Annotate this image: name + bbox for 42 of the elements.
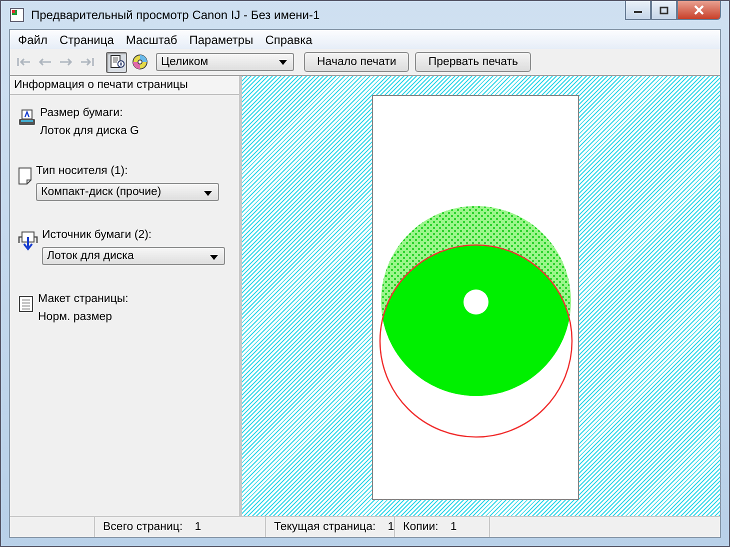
menu-item[interactable]: Справка <box>259 32 318 46</box>
menu-item[interactable]: Масштаб <box>120 32 184 46</box>
field-label: Тип носителя (1): <box>36 165 129 177</box>
arrow-icon <box>36 56 52 68</box>
zoom-dropdown[interactable]: Целиком <box>156 53 294 71</box>
page-icon <box>18 167 32 185</box>
minimize-button[interactable] <box>625 1 651 20</box>
arrow-to-bar-icon <box>78 56 94 68</box>
tray-icon <box>18 231 38 251</box>
close-icon <box>693 5 705 15</box>
panel-title: Информация о печати страницы <box>10 76 239 95</box>
menu-item[interactable]: Параметры <box>183 32 260 46</box>
field-label: Макет страницы: <box>38 293 128 305</box>
page-info-toggle[interactable] <box>106 52 127 72</box>
field-label: Размер бумаги: <box>40 107 124 119</box>
status-label: Всего страниц: <box>103 521 183 533</box>
media-type-dropdown[interactable]: Компакт-диск (прочие) <box>36 183 219 201</box>
caret-icon <box>210 254 218 260</box>
maximize-icon <box>659 6 669 14</box>
document-icon <box>18 295 34 313</box>
start-print-button[interactable]: Начало печати <box>304 52 410 72</box>
menu-item[interactable]: Файл <box>12 32 54 46</box>
field-value: Лоток для диска G <box>40 125 139 137</box>
field-label: Источник бумаги (2): <box>42 229 153 241</box>
status-value: 1 <box>388 521 394 533</box>
status-label: Текущая страница: <box>274 521 376 533</box>
status-label: Копии: <box>403 521 438 533</box>
menu-item[interactable]: Страница <box>54 32 120 46</box>
paper-source-dropdown[interactable]: Лоток для диска <box>42 247 225 265</box>
arrow-icon <box>58 56 74 68</box>
status-value: 1 <box>450 521 457 533</box>
arrow-to-bar-icon <box>16 56 32 68</box>
cancel-print-button[interactable]: Прервать печать <box>415 52 532 72</box>
printer-icon <box>18 109 36 127</box>
status-value: 1 <box>194 521 202 533</box>
field-value: Норм. размер <box>38 311 114 323</box>
caret-icon <box>204 190 212 196</box>
caret-icon <box>279 60 287 64</box>
window-title: Предварительный просмотр Canon IJ - Без имени-1 <box>31 8 320 22</box>
document-icon <box>9 7 25 23</box>
maximize-button[interactable] <box>651 1 677 20</box>
close-button[interactable] <box>677 1 721 20</box>
